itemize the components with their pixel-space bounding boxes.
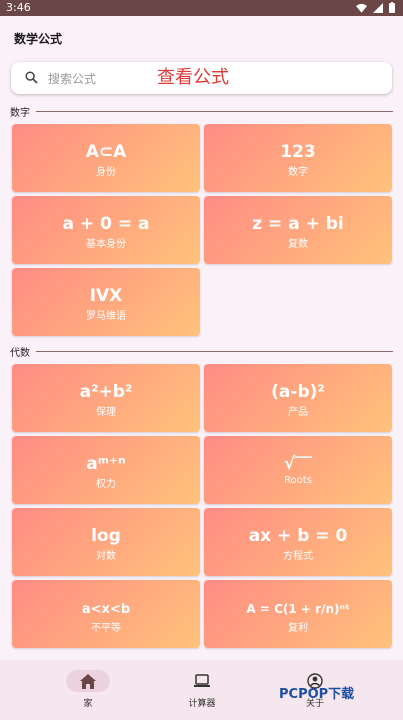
card-subtitle: 产品 <box>288 407 308 418</box>
signal-icon <box>373 2 383 13</box>
card-numbers[interactable]: 123 数字 <box>204 124 392 192</box>
card-factoring[interactable]: a²+b² 保理 <box>12 364 200 432</box>
card-roman-numerals[interactable]: IVX 罗马维语 <box>12 268 200 336</box>
card-basic-identity[interactable]: a + 0 = a 基本身份 <box>12 196 200 264</box>
home-icon <box>80 673 96 689</box>
card-powers[interactable]: aᵐ⁺ⁿ 权力 <box>12 436 200 504</box>
app-bar: 数学公式 <box>0 16 403 60</box>
card-logarithms[interactable]: log 对数 <box>12 508 200 576</box>
page-title: 数学公式 <box>14 32 63 46</box>
status-bar: 3:46 <box>0 0 403 16</box>
nav-home-indicator <box>66 670 110 692</box>
card-complex-number[interactable]: z = a + bi 复数 <box>204 196 392 264</box>
card-formula: ax + b = 0 <box>248 526 348 546</box>
search-bar[interactable]: 搜索公式 查看公式 <box>11 62 392 94</box>
watermark-logo: PCPOP下载 <box>279 687 355 702</box>
card-formula: z = a + bi <box>252 214 344 234</box>
card-subtitle: 复数 <box>288 239 308 250</box>
card-subtitle: 复利 <box>288 623 308 634</box>
card-formula: a<x<b <box>81 602 131 617</box>
card-subtitle: 身份 <box>96 167 116 178</box>
section-label: 代数 <box>10 348 30 359</box>
card-formula: log <box>91 526 121 546</box>
section-header-numbers: 数字 <box>10 104 395 119</box>
card-roots[interactable]: √‾‾ Roots <box>204 436 392 504</box>
battery-icon <box>389 2 395 13</box>
card-formula: A = C(1 + r/n)ⁿᵗ <box>246 602 350 616</box>
card-formula: IVX <box>89 286 123 306</box>
card-formula: (a-b)² <box>271 382 325 402</box>
section-divider <box>36 111 393 112</box>
card-products[interactable]: (a-b)² 产品 <box>204 364 392 432</box>
nav-calculator-indicator <box>180 670 224 692</box>
card-formula: 123 <box>280 142 316 162</box>
card-equations[interactable]: ax + b = 0 方程式 <box>204 508 392 576</box>
search-hint-text: 查看公式 <box>157 67 229 88</box>
card-formula: √‾‾ <box>283 454 313 474</box>
nav-item-calculator[interactable]: 计算器 <box>162 670 242 709</box>
wifi-icon <box>356 3 367 13</box>
card-compound-interest[interactable]: A = C(1 + r/n)ⁿᵗ 复利 <box>204 580 392 648</box>
search-icon <box>25 71 38 84</box>
card-subtitle: 方程式 <box>283 551 313 562</box>
card-inequalities[interactable]: a<x<b 不平等 <box>12 580 200 648</box>
card-subtitle: 数字 <box>288 167 308 178</box>
nav-label: 家 <box>83 699 93 709</box>
search-placeholder[interactable]: 搜索公式 <box>48 70 96 87</box>
section-header-algebra: 代数 <box>10 344 395 359</box>
section-divider <box>36 351 393 352</box>
nav-label: 计算器 <box>188 699 216 709</box>
laptop-icon <box>194 674 210 687</box>
card-subtitle: 罗马维语 <box>86 311 126 322</box>
card-subtitle: Roots <box>284 475 312 486</box>
card-subtitle: 基本身份 <box>86 239 126 250</box>
card-identity[interactable]: A⊂A 身份 <box>12 124 200 192</box>
card-formula: aᵐ⁺ⁿ <box>86 454 126 474</box>
card-formula: a²+b² <box>79 382 133 402</box>
card-formula: A⊂A <box>85 142 127 162</box>
card-subtitle: 保理 <box>96 407 116 418</box>
card-subtitle: 对数 <box>96 551 116 562</box>
nav-item-home[interactable]: 家 <box>48 670 128 709</box>
status-icons <box>356 2 395 13</box>
card-subtitle: 权力 <box>96 479 116 490</box>
section-label: 数字 <box>10 108 30 119</box>
card-formula: a + 0 = a <box>62 214 150 234</box>
card-subtitle: 不平等 <box>91 623 121 634</box>
status-time: 3:46 <box>6 1 31 14</box>
